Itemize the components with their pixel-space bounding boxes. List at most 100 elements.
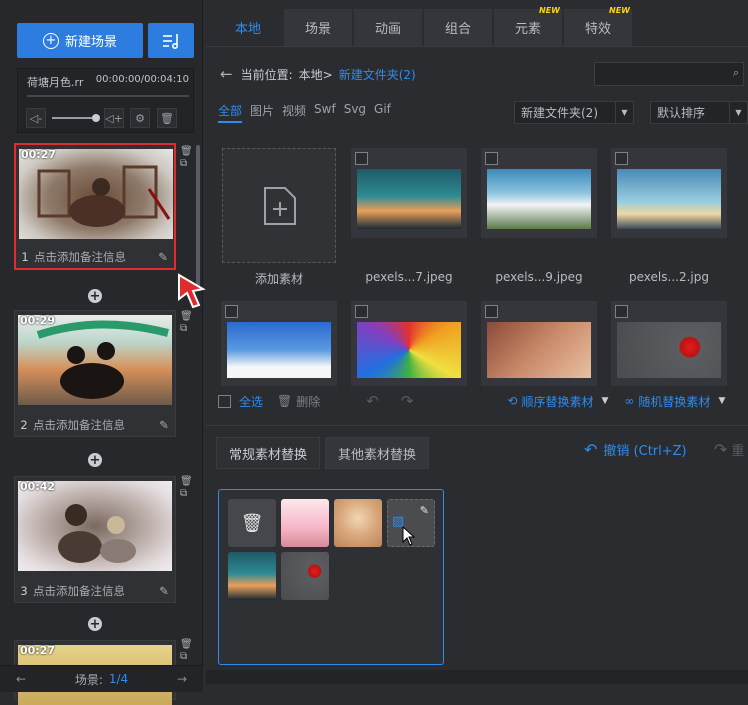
media-item[interactable] xyxy=(221,301,337,386)
settings-button[interactable]: ⚙ xyxy=(130,108,150,128)
scene-note[interactable]: 点击添加备注信息 xyxy=(33,417,153,433)
tab-animation[interactable]: 动画 xyxy=(354,9,422,46)
search-input[interactable]: ⌕ xyxy=(594,62,744,86)
filter-svg[interactable]: Svg xyxy=(344,102,366,123)
new-scene-button[interactable]: + 新建场景 xyxy=(17,23,143,58)
slot-image[interactable] xyxy=(228,552,276,600)
random-replace-icon: ∞ xyxy=(624,394,635,408)
back-arrow-icon[interactable]: ← xyxy=(220,65,233,83)
scene-footer: 3 点击添加备注信息 ✎ xyxy=(15,580,175,602)
tab-effect[interactable]: NEW 特效 xyxy=(564,6,632,46)
redo-label: 重 xyxy=(731,444,745,459)
music-list-button[interactable] xyxy=(148,23,194,58)
tab-label: 本地 xyxy=(234,22,261,37)
checkbox[interactable] xyxy=(355,305,368,318)
tab-local[interactable]: 本地 xyxy=(214,9,282,46)
edit-icon[interactable]: ✎ xyxy=(420,504,429,517)
select-all-checkbox[interactable] xyxy=(218,394,231,408)
select-all-label[interactable]: 全选 xyxy=(239,393,263,410)
chevron-down-icon[interactable]: ▼ xyxy=(602,396,609,406)
redo-arrow-icon[interactable]: ↷ xyxy=(401,392,414,410)
scene-card-3[interactable]: 00:42 3 点击添加备注信息 ✎ xyxy=(14,476,176,603)
edit-icon[interactable]: ✎ xyxy=(153,584,175,598)
chevron-down-icon[interactable]: ▼ xyxy=(718,396,725,406)
scene-scrollbar[interactable] xyxy=(196,145,200,290)
path-folder[interactable]: 新建文件夹(2) xyxy=(339,66,416,83)
prev-scene-arrow-icon[interactable]: ← xyxy=(16,672,26,686)
folder-select-value: 新建文件夹(2) xyxy=(521,106,598,120)
copy-icon[interactable]: ⧉ xyxy=(180,323,193,335)
filter-gif[interactable]: Gif xyxy=(374,102,391,123)
checkbox[interactable] xyxy=(615,305,628,318)
slot-placeholder[interactable]: ▨ ✎ xyxy=(387,499,435,547)
sort-select[interactable]: 默认排序 ▼ xyxy=(650,101,748,124)
trash-icon[interactable]: 🗑 xyxy=(180,146,193,158)
gear-icon: ⚙ xyxy=(135,111,145,125)
media-item[interactable] xyxy=(351,148,467,238)
scene-note[interactable]: 点击添加备注信息 xyxy=(33,583,153,599)
add-scene-button[interactable]: + xyxy=(88,289,102,303)
checkbox[interactable] xyxy=(225,305,238,318)
media-item[interactable] xyxy=(611,301,727,386)
media-item[interactable] xyxy=(351,301,467,386)
scene-note[interactable]: 点击添加备注信息 xyxy=(34,249,152,265)
folder-select[interactable]: 新建文件夹(2) ▼ xyxy=(514,101,634,124)
slot-image[interactable] xyxy=(334,499,382,547)
trash-icon[interactable]: 🗑 xyxy=(277,394,292,408)
volume-down-button[interactable]: ◁- xyxy=(26,108,46,128)
delete-button[interactable]: 删除 xyxy=(296,393,320,410)
checkbox[interactable] xyxy=(615,152,628,165)
volume-up-button[interactable]: ◁+ xyxy=(104,108,124,128)
audio-progress[interactable] xyxy=(27,95,189,97)
scene-card-1[interactable]: 00:27 1 点击添加备注信息 ✎ xyxy=(14,143,176,270)
path-prefix: 当前位置: xyxy=(240,67,293,82)
tab-combo[interactable]: 组合 xyxy=(424,9,492,46)
checkbox[interactable] xyxy=(355,152,368,165)
tab-element[interactable]: NEW 元素 xyxy=(494,6,562,46)
edit-icon[interactable]: ✎ xyxy=(152,250,174,264)
scene-card-2[interactable]: 00:29 2 点击添加备注信息 ✎ xyxy=(14,310,176,437)
trash-icon[interactable]: 🗑 xyxy=(180,476,193,488)
volume-slider[interactable] xyxy=(52,117,96,119)
slot-delete-button[interactable]: 🗑 xyxy=(228,499,276,547)
sequence-replace-button[interactable]: 顺序替换素材 xyxy=(521,393,593,410)
undo-button[interactable]: ↶ 撤销 (Ctrl+Z) xyxy=(584,440,687,459)
slot-image[interactable] xyxy=(281,499,329,547)
slot-image[interactable] xyxy=(281,552,329,600)
tab-other-replace[interactable]: 其他素材替换 xyxy=(325,437,430,469)
add-scene-button[interactable]: + xyxy=(88,617,102,631)
trash-icon[interactable]: 🗑 xyxy=(180,311,193,323)
copy-icon[interactable]: ⧉ xyxy=(180,488,193,500)
filter-all[interactable]: 全部 xyxy=(218,102,243,123)
redo-button[interactable]: ↷ 重 xyxy=(714,440,744,459)
search-icon[interactable]: ⌕ xyxy=(733,66,739,80)
media-item[interactable] xyxy=(481,148,597,238)
trash-icon[interactable]: 🗑 xyxy=(180,639,193,651)
plus-circle-icon: + xyxy=(42,32,59,49)
copy-icon[interactable]: ⧉ xyxy=(180,651,193,663)
random-replace-button[interactable]: 随机替换素材 xyxy=(638,393,710,410)
filter-swf[interactable]: Swf xyxy=(314,102,336,123)
checkbox[interactable] xyxy=(485,152,498,165)
media-item[interactable] xyxy=(611,148,727,238)
next-scene-arrow-icon[interactable]: → xyxy=(177,672,187,686)
undo-arrow-icon[interactable]: ↶ xyxy=(366,392,379,410)
path-root[interactable]: 本地> xyxy=(299,66,333,83)
filter-image[interactable]: 图片 xyxy=(250,102,274,123)
audio-delete-button[interactable]: 🗑 xyxy=(157,108,177,128)
horizontal-scrollbar[interactable] xyxy=(206,670,748,684)
replace-tabs: 常规素材替换 其他素材替换 xyxy=(216,437,434,469)
media-label: pexels...9.jpeg xyxy=(495,270,583,284)
scene-index: 1 xyxy=(21,250,29,264)
media-item[interactable] xyxy=(481,301,597,386)
volume-handle[interactable] xyxy=(92,114,100,122)
add-scene-button[interactable]: + xyxy=(88,453,102,467)
copy-icon[interactable]: ⧉ xyxy=(180,158,193,170)
edit-icon[interactable]: ✎ xyxy=(153,418,175,432)
add-material-button[interactable] xyxy=(222,148,336,263)
scene-4-actions: 🗑 ⧉ xyxy=(180,639,193,663)
tab-regular-replace[interactable]: 常规素材替换 xyxy=(216,437,321,469)
tab-scene[interactable]: 场景 xyxy=(284,9,352,46)
filter-video[interactable]: 视频 xyxy=(282,102,306,123)
checkbox[interactable] xyxy=(485,305,498,318)
